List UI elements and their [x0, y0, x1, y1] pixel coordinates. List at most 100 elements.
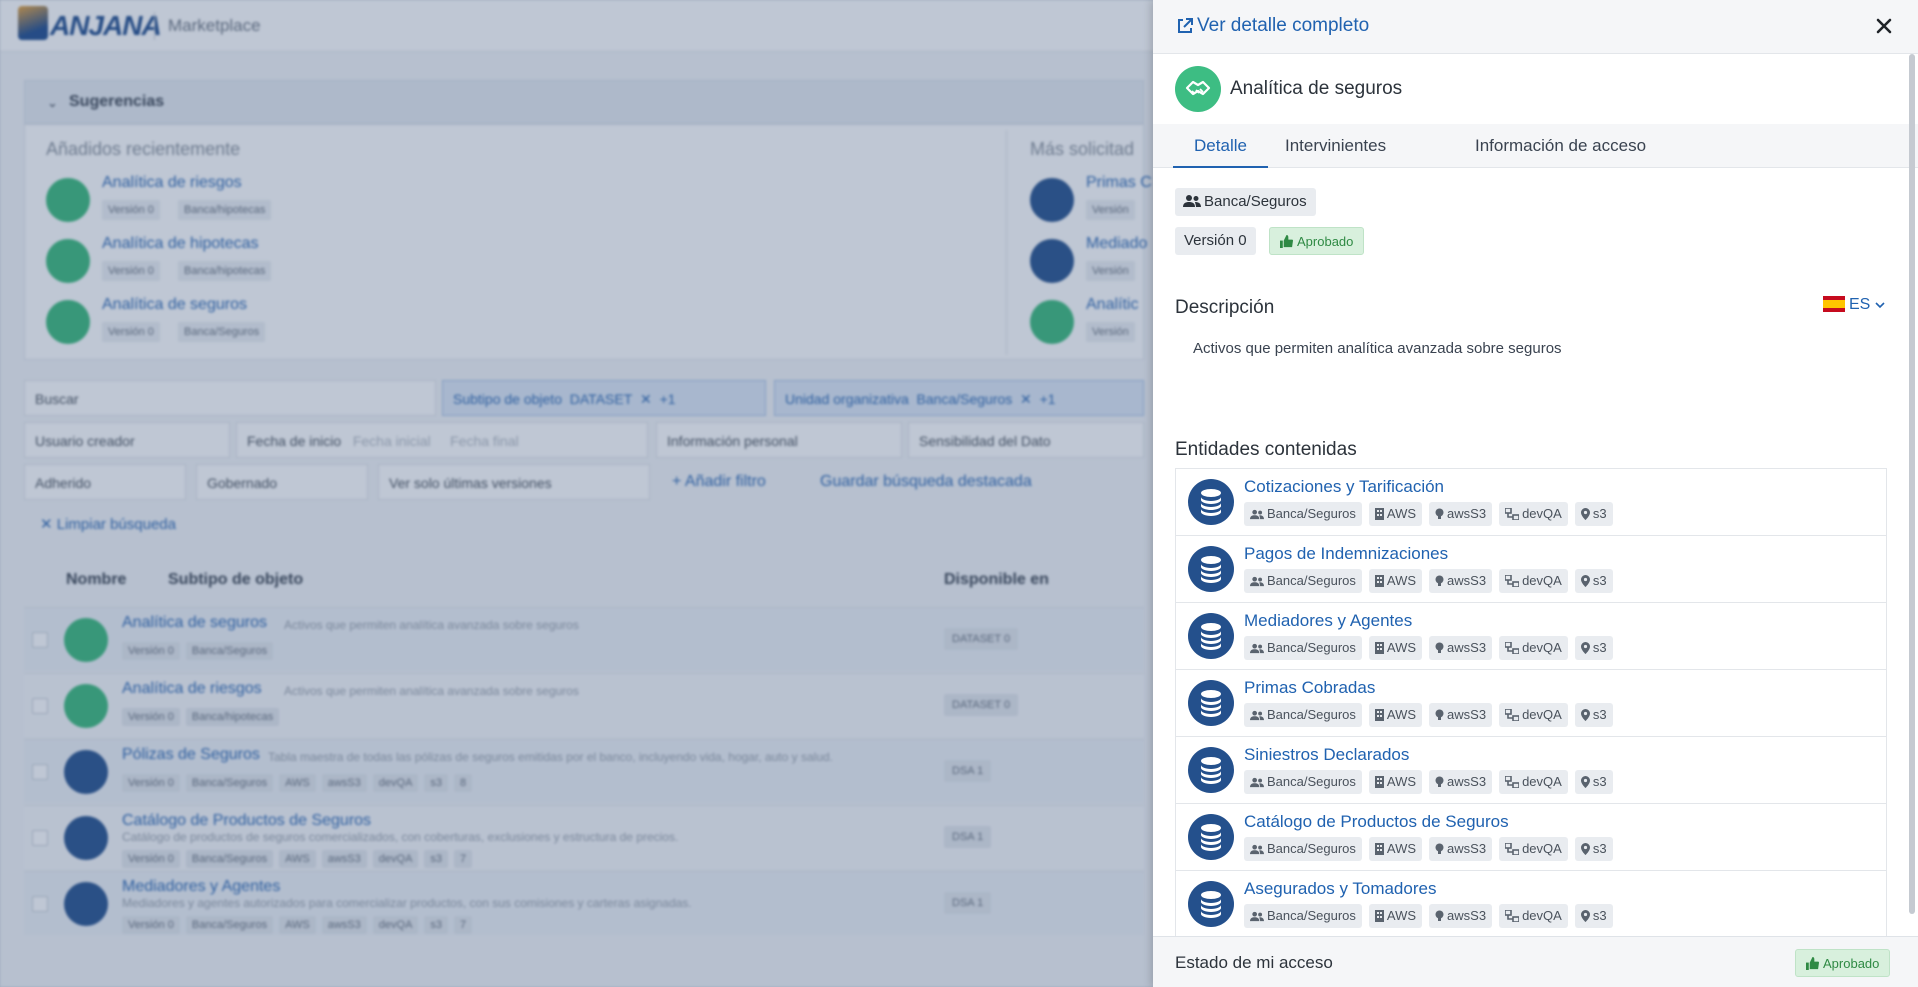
- full-detail-link[interactable]: Ver detalle completo: [1197, 15, 1369, 37]
- scrollbar[interactable]: [1909, 54, 1915, 914]
- entities-heading: Entidades contenidas: [1175, 439, 1357, 460]
- technology-tag: awsS3: [1429, 770, 1493, 794]
- tab-detalle[interactable]: Detalle: [1173, 124, 1268, 168]
- status-badge: Aprobado: [1269, 227, 1365, 255]
- org-tag-label: Banca/Seguros: [1267, 573, 1356, 588]
- entity-tags: Banca/Seguros AWS awsS3 devQA s3: [1244, 770, 1620, 794]
- environment-tag: devQA: [1499, 770, 1568, 794]
- network-icon: [1504, 506, 1522, 521]
- building-icon: [1374, 707, 1387, 722]
- entity-tags: Banca/Seguros AWS awsS3 devQA s3: [1244, 636, 1620, 660]
- provider-tag: AWS: [1368, 502, 1423, 526]
- description-heading: Descripción: [1175, 297, 1275, 318]
- handshake-icon: [1175, 66, 1221, 112]
- language-selector[interactable]: ES: [1823, 296, 1885, 320]
- provider-tag: AWS: [1368, 703, 1423, 727]
- bulb-icon: [1435, 707, 1447, 722]
- language-code: ES: [1849, 296, 1871, 313]
- storage-tag-label: s3: [1592, 573, 1607, 588]
- database-icon: [1188, 881, 1234, 927]
- storage-tag-label: s3: [1592, 908, 1607, 923]
- bulb-icon: [1435, 640, 1447, 655]
- technology-tag-label: awsS3: [1447, 573, 1487, 588]
- detail-drawer: Ver detalle completo Analítica de seguro…: [1153, 0, 1918, 987]
- tab-bar: Detalle Intervinientes Información de ac…: [1153, 124, 1918, 168]
- building-icon: [1374, 908, 1387, 923]
- storage-tag: s3: [1574, 636, 1613, 660]
- pin-icon: [1580, 707, 1593, 722]
- entity-link[interactable]: Siniestros Declarados: [1244, 745, 1409, 765]
- org-tag-label: Banca/Seguros: [1267, 506, 1356, 521]
- bulb-icon: [1435, 506, 1447, 521]
- building-icon: [1374, 640, 1387, 655]
- description-text: Activos que permiten analítica avanzada …: [1193, 340, 1562, 357]
- entity-tags: Banca/Seguros AWS awsS3 devQA s3: [1244, 703, 1620, 727]
- bulb-icon: [1435, 841, 1447, 856]
- technology-tag: awsS3: [1429, 837, 1493, 861]
- environment-tag-label: devQA: [1522, 707, 1562, 722]
- access-footer: Estado de mi acceso Aprobado: [1153, 936, 1918, 987]
- tab-intervinientes[interactable]: Intervinientes: [1285, 124, 1386, 168]
- thumbs-up-icon: [1806, 957, 1819, 970]
- modal-overlay[interactable]: [0, 0, 1153, 987]
- environment-tag: devQA: [1499, 703, 1568, 727]
- entity-link[interactable]: Asegurados y Tomadores: [1244, 879, 1436, 899]
- pin-icon: [1580, 908, 1593, 923]
- provider-tag: AWS: [1368, 837, 1423, 861]
- drawer-title: Analítica de seguros: [1230, 78, 1403, 99]
- users-icon: [1183, 195, 1201, 207]
- entity-row: Asegurados y Tomadores Banca/Seguros AWS aw…: [1176, 871, 1886, 937]
- org-tag: Banca/Seguros: [1244, 837, 1362, 861]
- pin-icon: [1580, 841, 1593, 856]
- org-tag-label: Banca/Seguros: [1267, 774, 1356, 789]
- external-link-icon[interactable]: [1175, 16, 1195, 36]
- provider-tag-label: AWS: [1386, 573, 1417, 588]
- storage-tag: s3: [1574, 703, 1613, 727]
- bulb-icon: [1435, 774, 1447, 789]
- provider-tag: AWS: [1368, 904, 1423, 928]
- org-tag: Banca/Seguros: [1244, 770, 1362, 794]
- users-icon: [1250, 908, 1267, 923]
- entity-link[interactable]: Cotizaciones y Tarificación: [1244, 477, 1444, 497]
- environment-tag: devQA: [1499, 837, 1568, 861]
- technology-tag-label: awsS3: [1447, 506, 1487, 521]
- users-icon: [1250, 573, 1267, 588]
- close-icon[interactable]: [1873, 15, 1895, 37]
- network-icon: [1504, 908, 1522, 923]
- entity-link[interactable]: Primas Cobradas: [1244, 678, 1375, 698]
- storage-tag-label: s3: [1592, 774, 1607, 789]
- provider-tag-label: AWS: [1386, 640, 1417, 655]
- users-icon: [1250, 774, 1267, 789]
- entity-row: Siniestros Declarados Banca/Seguros AWS aws…: [1176, 737, 1886, 804]
- entity-link[interactable]: Pagos de Indemnizaciones: [1244, 544, 1448, 564]
- users-icon: [1250, 640, 1267, 655]
- network-icon: [1504, 573, 1522, 588]
- org-tag-label: Banca/Seguros: [1267, 908, 1356, 923]
- environment-tag: devQA: [1499, 904, 1568, 928]
- building-icon: [1374, 506, 1387, 521]
- technology-tag: awsS3: [1429, 703, 1493, 727]
- tab-informacion-acceso[interactable]: Información de acceso: [1475, 124, 1646, 168]
- storage-tag: s3: [1574, 837, 1613, 861]
- storage-tag: s3: [1574, 904, 1613, 928]
- entity-tags: Banca/Seguros AWS awsS3 devQA s3: [1244, 837, 1620, 861]
- drawer-header: Ver detalle completo: [1153, 0, 1918, 54]
- entity-tags: Banca/Seguros AWS awsS3 devQA s3: [1244, 569, 1620, 593]
- database-icon: [1188, 814, 1234, 860]
- pin-icon: [1580, 774, 1593, 789]
- entity-link[interactable]: Mediadores y Agentes: [1244, 611, 1412, 631]
- org-tag-label: Banca/Seguros: [1267, 707, 1356, 722]
- network-icon: [1504, 640, 1522, 655]
- storage-tag: s3: [1574, 770, 1613, 794]
- entity-link[interactable]: Catálogo de Productos de Seguros: [1244, 812, 1509, 832]
- technology-tag-label: awsS3: [1447, 908, 1487, 923]
- provider-tag: AWS: [1368, 770, 1423, 794]
- org-tag-label: Banca/Seguros: [1204, 193, 1307, 210]
- entity-row: Pagos de Indemnizaciones Banca/Seguros AWS…: [1176, 536, 1886, 603]
- storage-tag: s3: [1574, 502, 1613, 526]
- technology-tag: awsS3: [1429, 636, 1493, 660]
- provider-tag-label: AWS: [1386, 908, 1417, 923]
- entity-row: Primas Cobradas Banca/Seguros AWS awsS3 devQ…: [1176, 670, 1886, 737]
- chevron-down-icon: [1875, 302, 1885, 309]
- environment-tag-label: devQA: [1522, 573, 1562, 588]
